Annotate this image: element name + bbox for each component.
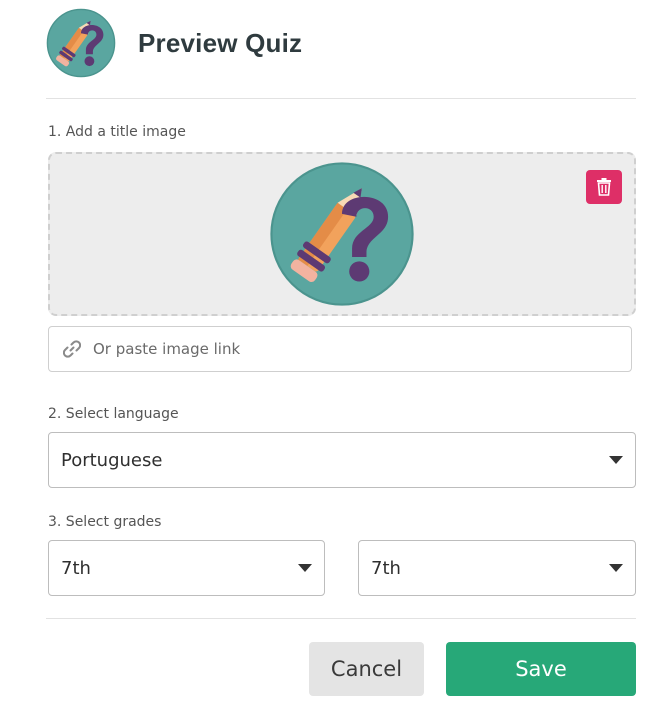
delete-image-button[interactable] — [586, 170, 622, 204]
link-icon — [63, 340, 81, 358]
save-button[interactable]: Save — [446, 642, 636, 696]
title-image-dropzone[interactable] — [48, 152, 636, 316]
dialog-header: Preview Quiz — [46, 8, 636, 78]
chevron-down-icon — [609, 456, 623, 464]
title-image-label: 1. Add a title image — [48, 124, 186, 140]
language-label: 2. Select language — [48, 406, 179, 422]
language-select[interactable]: Portuguese — [48, 432, 636, 488]
page-title: Preview Quiz — [138, 27, 303, 58]
grade-from-value: 7th — [61, 557, 91, 579]
grades-label: 3. Select grades — [48, 514, 162, 530]
grade-to-select[interactable]: 7th — [358, 540, 636, 596]
grade-from-select[interactable]: 7th — [48, 540, 325, 596]
footer-divider — [46, 618, 636, 619]
cancel-button[interactable]: Cancel — [309, 642, 424, 696]
quiz-title-image — [270, 162, 414, 306]
language-selected-value: Portuguese — [61, 449, 163, 471]
chevron-down-icon — [298, 564, 312, 572]
trash-icon — [597, 178, 611, 196]
quiz-pencil-question-icon — [46, 8, 116, 78]
chevron-down-icon — [609, 564, 623, 572]
image-link-field[interactable] — [48, 326, 632, 372]
grade-to-value: 7th — [371, 557, 401, 579]
image-link-input[interactable] — [91, 326, 631, 372]
header-divider — [46, 98, 636, 99]
